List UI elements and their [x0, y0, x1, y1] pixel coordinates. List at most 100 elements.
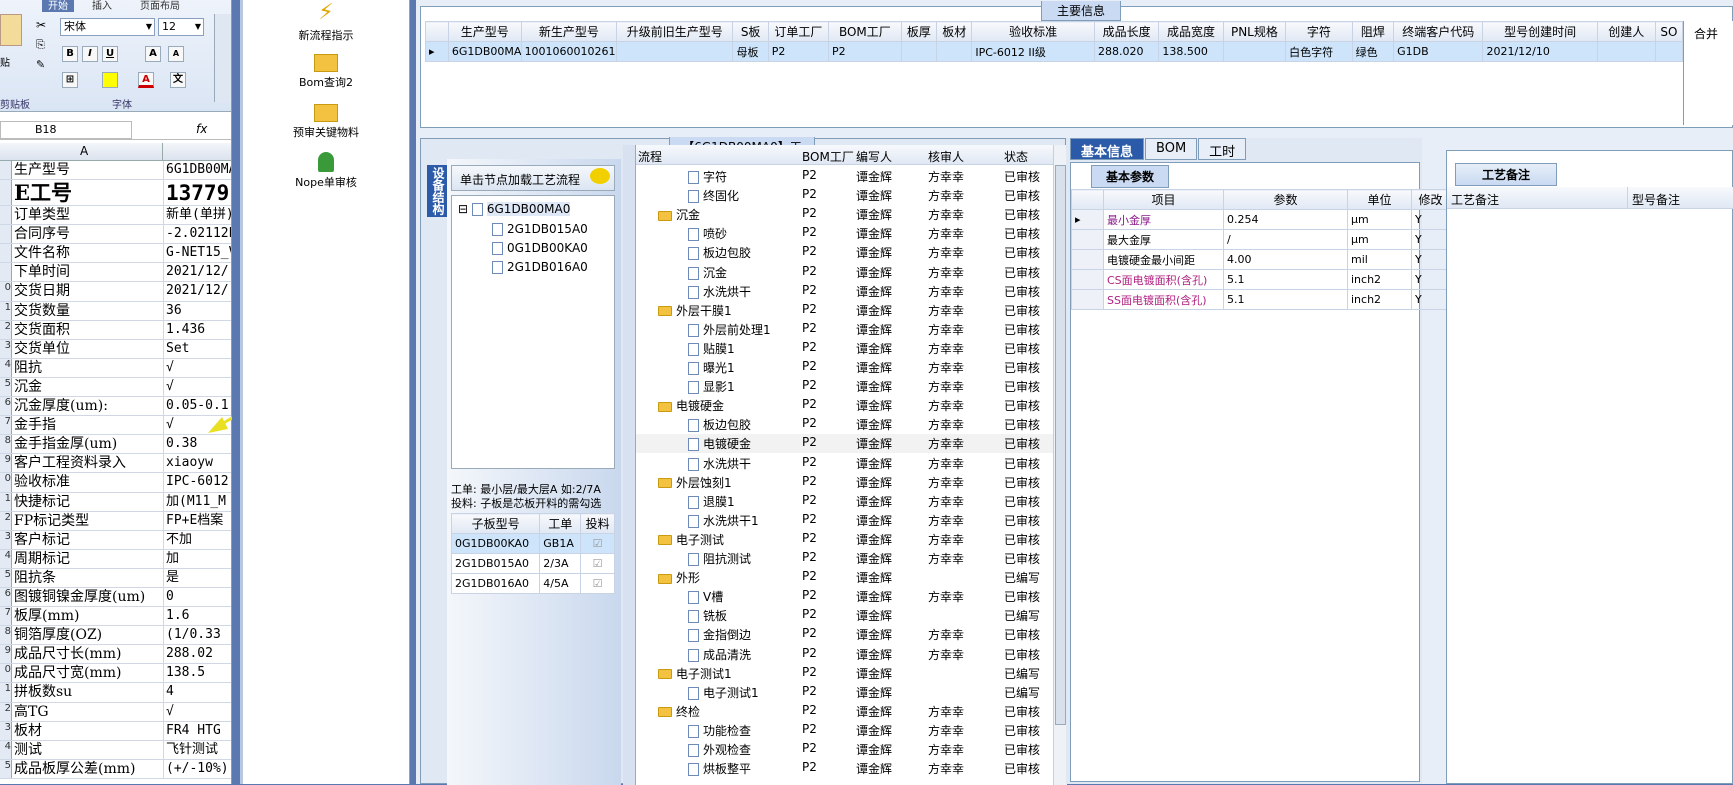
cell-a[interactable]: 交货日期	[14, 282, 162, 300]
format-painter-icon[interactable]: ✎	[36, 58, 45, 71]
flow-column-header[interactable]: BOM工厂	[802, 148, 854, 165]
cell-b[interactable]: -2.02112E	[163, 225, 231, 244]
basic-item[interactable]: 电镀硬金最小间距	[1103, 249, 1224, 270]
column-header[interactable]: 生产型号	[447, 21, 522, 42]
flow-row[interactable]: 烘板整平 P2 谭金辉 方幸幸 已审核	[636, 759, 1067, 778]
nav-item[interactable]: Bom查询2	[246, 54, 406, 90]
column-header[interactable]: 升级前旧生产型号	[616, 21, 734, 42]
cell-b[interactable]: (1/0.33	[163, 626, 231, 645]
cell-b[interactable]: √	[163, 702, 231, 721]
nav-item[interactable]: ⚡ 新流程指示	[246, 0, 406, 43]
flow-row[interactable]: 外观检查 P2 谭金辉 方幸幸 已审核	[636, 740, 1067, 759]
flow-row[interactable]: ⊟ 电镀硬金 P2 谭金辉 方幸幸 已审核	[636, 396, 1067, 415]
flow-row[interactable]: ⊟ 外层干膜1 P2 谭金辉 方幸幸 已审核	[636, 301, 1067, 320]
row-number[interactable]: 1	[0, 301, 12, 320]
ribbon-tab-home[interactable]: 开始	[42, 0, 74, 12]
remarks-splitter[interactable]	[1426, 160, 1442, 520]
row-number[interactable]	[0, 180, 12, 206]
cut-icon[interactable]: ✂	[36, 18, 46, 32]
flow-row[interactable]: 板边包胶 P2 谭金辉 方幸幸 已审核	[636, 415, 1067, 434]
name-box[interactable]: B18	[0, 121, 132, 139]
cell-a[interactable]: 拼板数su	[14, 683, 162, 701]
row-number[interactable]: 5	[0, 759, 12, 778]
italic-button[interactable]: I	[82, 46, 98, 62]
row-number[interactable]: 4	[0, 358, 12, 377]
cell-a[interactable]: 成品板厚公差(mm)	[14, 760, 162, 778]
main-info-cell[interactable]: 母板	[732, 41, 769, 62]
basic-row[interactable]: SS面电镀面积(含孔) 5.1 inch2 Y	[1071, 289, 1450, 310]
bold-button[interactable]: B	[62, 46, 78, 62]
nav-item[interactable]: 预审关键物料	[246, 104, 406, 140]
cell-a[interactable]: 验收标准	[14, 473, 162, 491]
cell-a[interactable]: 成品尺寸宽(mm)	[14, 664, 162, 682]
column-header[interactable]: SO	[1654, 21, 1683, 42]
flow-row[interactable]: 沉金 P2 谭金辉 方幸幸 已审核	[636, 263, 1067, 282]
column-header[interactable]: 板厚	[900, 21, 938, 42]
basic-value[interactable]: 5.1	[1223, 289, 1348, 310]
increase-font-button[interactable]: A	[145, 46, 161, 62]
cell-a[interactable]: 合同序号	[14, 225, 162, 243]
column-header[interactable]: 终端客户代码	[1393, 21, 1484, 42]
ribbon-tab-layout[interactable]: 页面布局	[140, 0, 180, 12]
font-name-select[interactable]: 宋体 ▼	[60, 18, 155, 36]
main-info-cell[interactable]: 绿色	[1351, 41, 1395, 62]
basic-row[interactable]: 电镀硬金最小间距 4.00 mil Y	[1071, 249, 1450, 270]
basic-value[interactable]: 4.00	[1223, 249, 1348, 270]
row-number[interactable]	[0, 206, 12, 225]
tree-node-root[interactable]: ⊟ 6G1DB00MA0	[458, 202, 571, 221]
cell-b[interactable]: (+/-10%)	[163, 759, 231, 778]
flow-row[interactable]: 外层前处理1 P2 谭金辉 方幸幸 已审核	[636, 320, 1067, 339]
scroll-thumb[interactable]	[1055, 165, 1066, 725]
row-selector[interactable]: ▸	[1071, 209, 1104, 230]
flow-row[interactable]: 水洗烘干 P2 谭金辉 方幸幸 已审核	[636, 454, 1067, 473]
column-header[interactable]: 创建人	[1596, 21, 1656, 42]
splitter-vertical[interactable]	[623, 145, 635, 785]
row-number[interactable]: 1	[0, 492, 12, 511]
feed-checkbox[interactable]: ☑	[580, 553, 615, 574]
flow-row[interactable]: 铣板 P2 谭金辉 已编写	[636, 606, 1067, 625]
cell-b[interactable]: 新单(单拼)	[163, 206, 231, 225]
column-header[interactable]: 板材	[936, 21, 973, 42]
cell-b[interactable]: 0	[163, 587, 231, 607]
cell-a[interactable]: 生产型号	[14, 161, 162, 179]
cell-a[interactable]: 文件名称	[14, 244, 162, 262]
cell-b[interactable]: FP+E档案	[163, 511, 231, 530]
flow-row[interactable]: ⊟ 电子测试 P2 谭金辉 方幸幸 已审核	[636, 530, 1067, 549]
row-number[interactable]: 0	[0, 282, 12, 301]
basic-item[interactable]: SS面电镀面积(含孔)	[1103, 289, 1224, 310]
cell-a[interactable]: 沉金厚度(um):	[14, 397, 162, 415]
basic-unit[interactable]: μm	[1347, 229, 1412, 250]
row-number[interactable]: 8	[0, 435, 12, 454]
main-info-cell[interactable]	[936, 41, 973, 62]
cell-b[interactable]: Set	[163, 339, 231, 358]
flow-row[interactable]: 退膜1 P2 谭金辉 方幸幸 已审核	[636, 492, 1067, 511]
row-number[interactable]: 9	[0, 645, 12, 664]
flow-scrollbar[interactable]	[1053, 145, 1067, 785]
column-a-header[interactable]: A	[80, 144, 88, 158]
basic-column-header[interactable]: 单位	[1347, 189, 1412, 210]
cell-b[interactable]: 是	[163, 568, 231, 587]
ribbon-tab-insert[interactable]: 插入	[92, 0, 112, 12]
flow-row[interactable]: 曝光1 P2 谭金辉 方幸幸 已审核	[636, 358, 1067, 377]
collapse-icon[interactable]: ⊟	[458, 202, 472, 216]
cell-a[interactable]: 金手指	[14, 416, 162, 434]
row-selector[interactable]	[1071, 269, 1104, 290]
flow-row[interactable]: 终固化 P2 谭金辉 方幸幸 已审核	[636, 186, 1067, 205]
column-header[interactable]: 成品宽度	[1158, 21, 1224, 42]
row-number[interactable]: 0	[0, 664, 12, 683]
cell-b[interactable]: 2021/12/	[163, 282, 231, 301]
cell-a[interactable]: 客户工程资料录入	[14, 454, 162, 472]
row-number[interactable]: 4	[0, 740, 12, 759]
sub-row[interactable]: 2G1DB016A0 4/5A ☑	[450, 573, 615, 594]
feed-checkbox[interactable]: ☑	[580, 573, 615, 594]
cell-b[interactable]: 6G1DB00MA0	[163, 161, 231, 180]
sub-row[interactable]: 0G1DB00KA0 GB1A ☑	[450, 533, 615, 554]
tree-node[interactable]: 2G1DB016A0	[492, 260, 588, 279]
cell-b[interactable]: 4	[163, 683, 231, 702]
basic-column-header[interactable]: 参数	[1223, 189, 1348, 210]
row-number[interactable]: 6	[0, 397, 12, 416]
tab-0[interactable]: 基本信息	[1070, 138, 1145, 160]
flow-column-header[interactable]: 状态	[1004, 148, 1028, 165]
copy-icon[interactable]: ⎘	[36, 38, 45, 52]
main-info-cell[interactable]: P2	[828, 41, 902, 62]
